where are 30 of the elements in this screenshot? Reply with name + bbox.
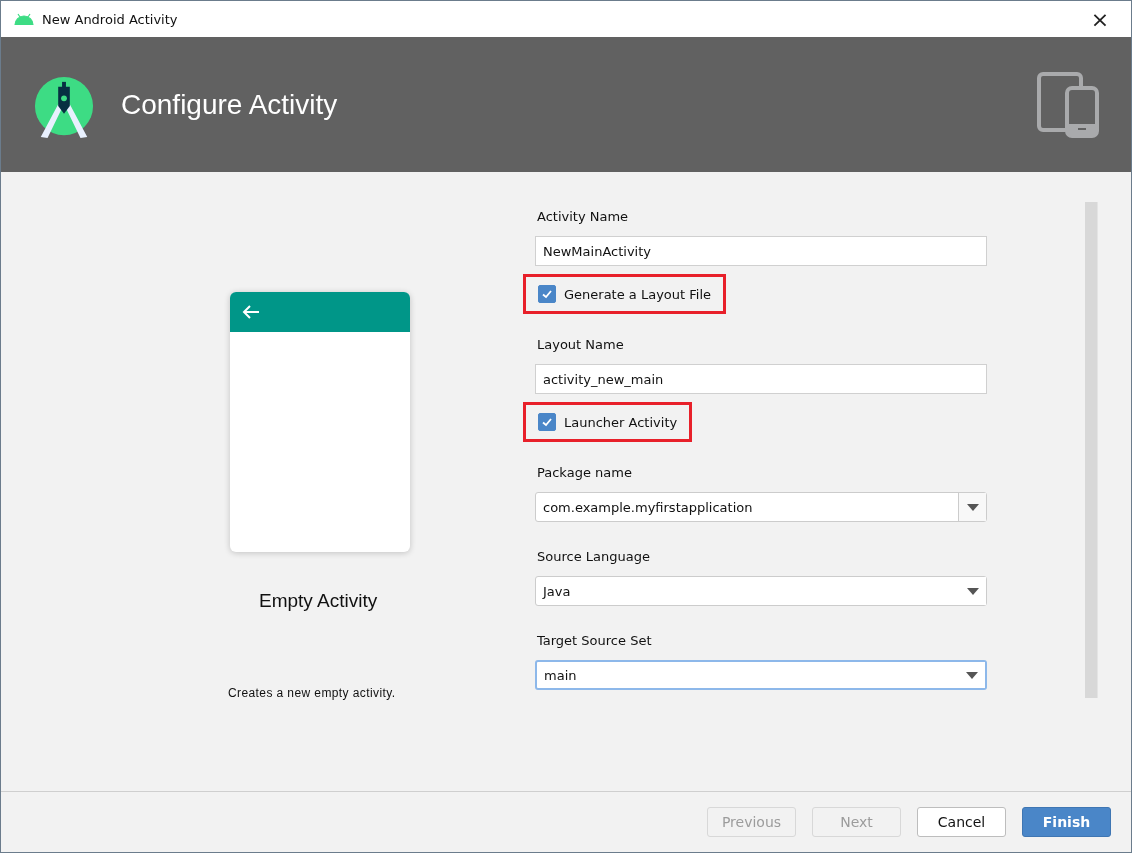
field-label: Source Language (537, 548, 650, 566)
field-label: Target Source Set (537, 632, 652, 650)
page-title: Configure Activity (121, 88, 339, 121)
field-label: Package name (537, 464, 632, 482)
android-head-icon (14, 13, 34, 25)
dropdown[interactable]: Java (535, 576, 987, 606)
field-label: Activity Name (537, 208, 629, 226)
scrollbar[interactable] (1085, 202, 1098, 698)
dropdown[interactable]: main (535, 660, 987, 690)
checkmark-icon (541, 416, 553, 428)
text-field[interactable]: NewMainActivity (535, 236, 987, 266)
tablet-and-phone-icon (1037, 71, 1099, 138)
checkbox-label[interactable]: Launcher Activity (564, 414, 678, 430)
template-description: Creates a new empty activity. (228, 686, 396, 700)
caret-icon (965, 671, 978, 679)
checkbox-label[interactable]: Generate a Layout File (564, 286, 712, 302)
field-label: Layout Name (537, 336, 624, 354)
caret-icon (966, 503, 979, 511)
dialog-button[interactable]: Cancel (917, 807, 1006, 837)
combo-box[interactable]: com.example.myfirstapplication (535, 492, 987, 522)
checkmark-icon (541, 288, 553, 300)
text-field[interactable]: activity_new_main (535, 364, 987, 394)
close-button[interactable]: × (1077, 1, 1123, 37)
primary-button[interactable]: Finish (1022, 807, 1111, 837)
caret-icon (966, 587, 979, 595)
checkbox[interactable] (538, 413, 556, 431)
checkbox[interactable] (538, 285, 556, 303)
template-name: Empty Activity (259, 590, 378, 612)
back-arrow-icon (242, 304, 260, 320)
window-title: New Android Activity (42, 11, 179, 27)
